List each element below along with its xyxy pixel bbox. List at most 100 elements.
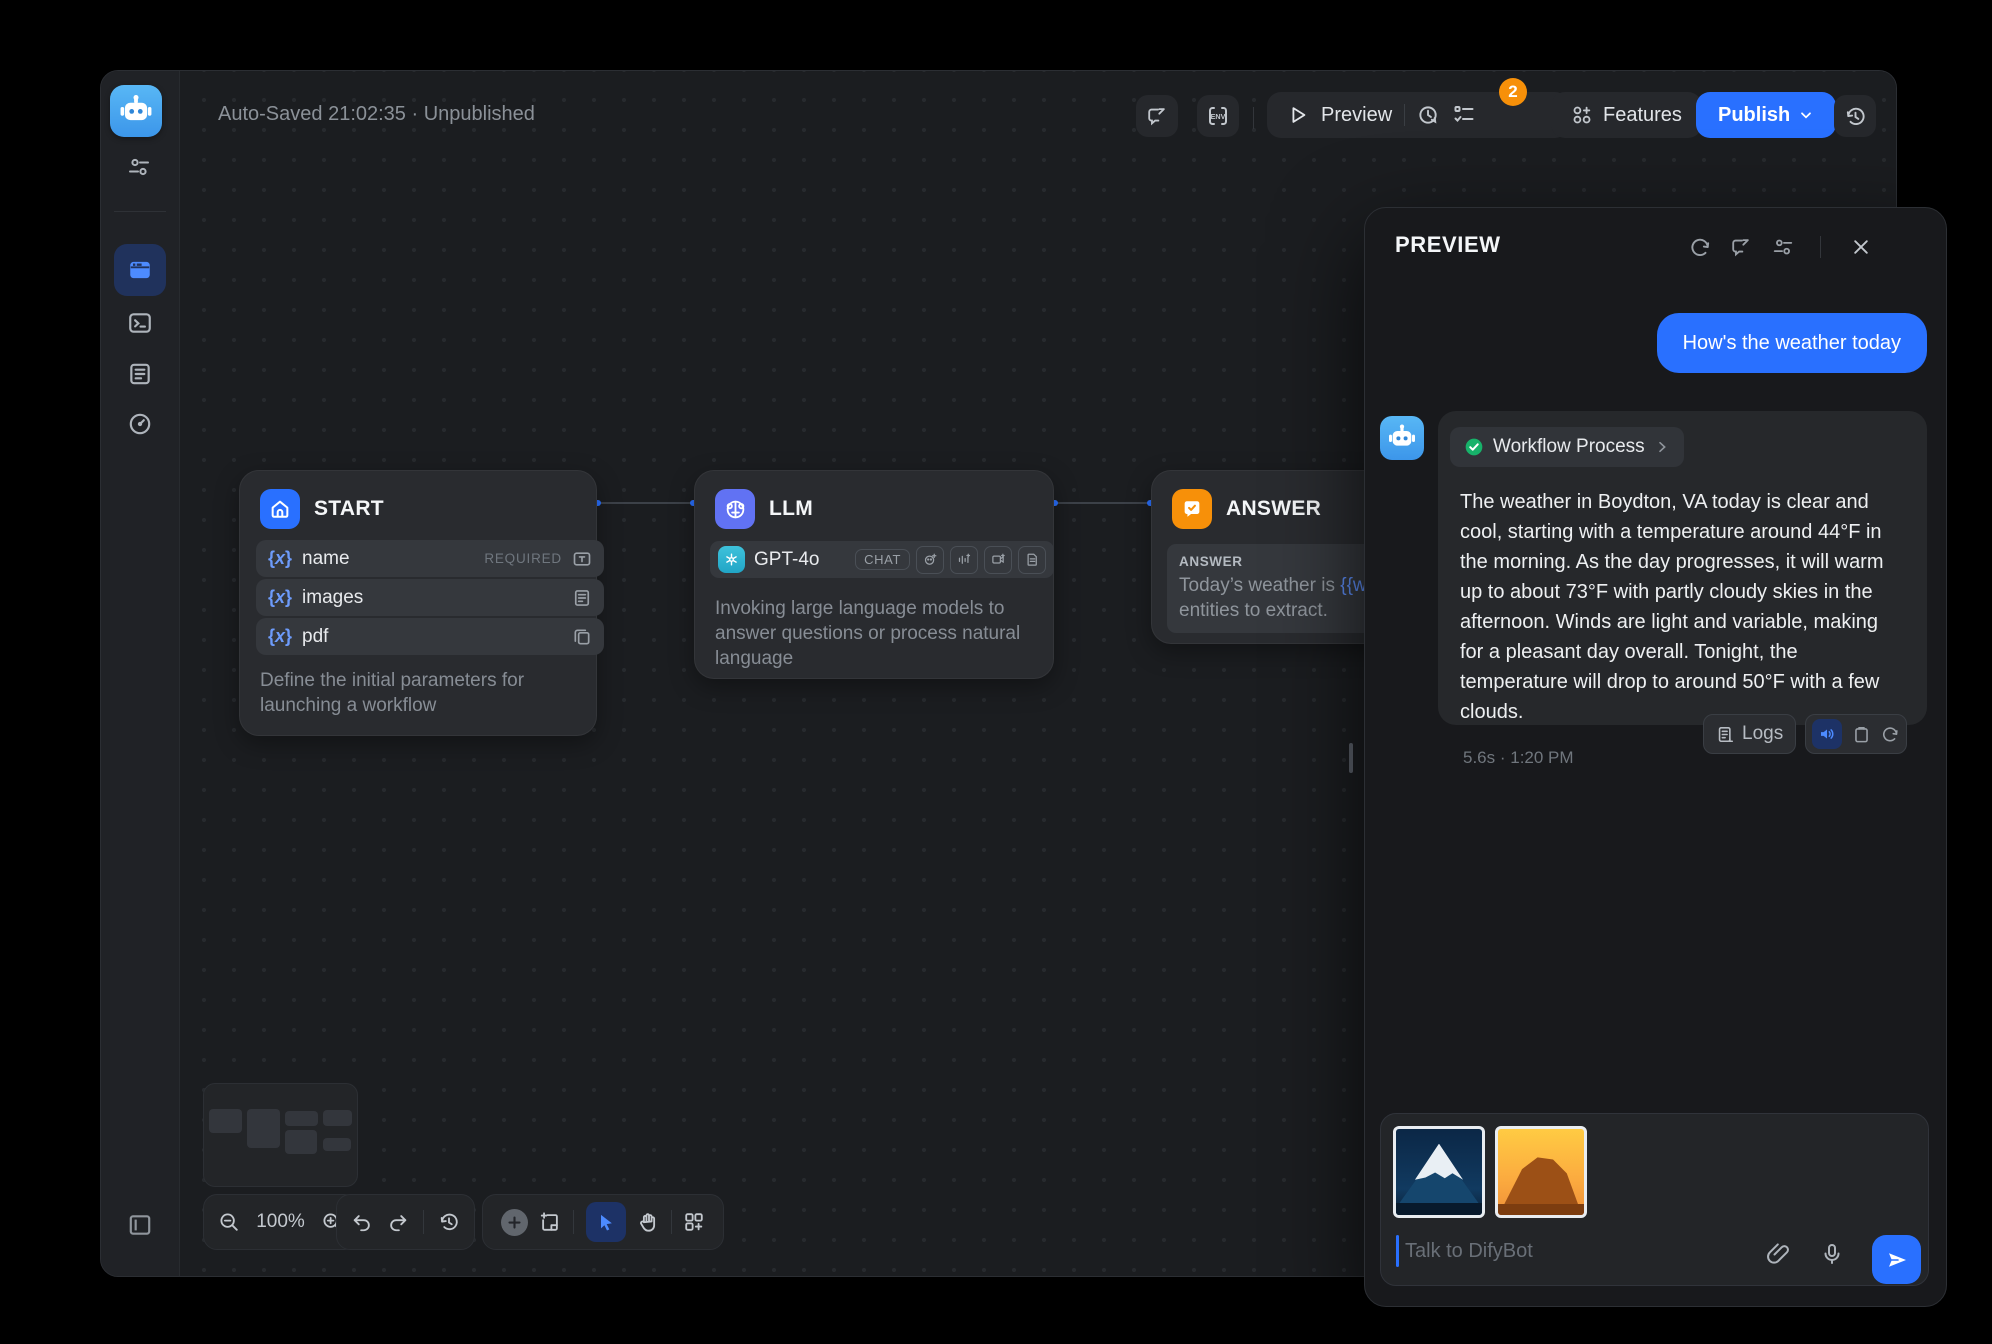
env-icon: ENV [1206,104,1230,128]
env-button[interactable]: ENV [1197,95,1239,137]
bot-avatar [1380,416,1424,460]
features-label: Features [1603,104,1682,127]
zoom-toolbar: 100% [203,1194,358,1250]
chat-input[interactable] [1403,1230,1737,1272]
annotation-icon [1146,105,1168,127]
toolbar-divider [423,1210,424,1234]
organize-nodes-button[interactable] [683,1211,705,1233]
bot-message-bubble: Workflow Process The weather in Boydton,… [1438,411,1927,725]
canvas-minimap[interactable] [203,1083,358,1187]
sidebar-item-monitoring[interactable] [127,411,153,437]
add-note-button[interactable] [539,1211,561,1233]
llm-node-icon [715,489,755,529]
sidebar-item-orchestrate[interactable] [114,244,166,296]
canvas-tools-toolbar [482,1194,724,1250]
autosave-status: Auto-Saved 21:02:35 · Unpublished [218,103,535,126]
version-history-button[interactable] [1834,95,1876,137]
variable-name: name [302,548,350,570]
publish-label: Publish [1718,104,1790,127]
features-icon [1571,104,1593,126]
variable-prefix: {x} [268,626,292,647]
required-tag: REQUIRED [484,551,562,566]
send-button[interactable] [1872,1235,1921,1284]
add-node-button[interactable] [501,1209,528,1236]
workflow-settings-icon[interactable] [126,154,152,180]
close-panel-button[interactable] [1849,235,1873,259]
zoom-level[interactable]: 100% [256,1211,305,1233]
variable-prefix: {x} [268,587,292,608]
edge-llm-answer [1052,502,1151,504]
video-capability-icon [984,546,1012,574]
model-name: GPT-4o [754,549,819,571]
workflow-process-toggle[interactable]: Workflow Process [1450,427,1684,467]
vision-capability-icon [916,546,944,574]
sidebar-item-api[interactable] [127,310,153,336]
app-avatar[interactable] [110,85,162,137]
text-input-icon [572,549,592,569]
copy-button[interactable] [1852,725,1871,744]
message-tools [1805,714,1907,754]
file-list-icon [572,588,592,608]
preview-button[interactable]: Preview [1321,104,1392,127]
speaker-icon [1818,725,1836,743]
undo-button[interactable] [351,1211,373,1233]
change-history-button[interactable] [438,1211,460,1233]
sidebar [101,71,180,1276]
logs-label: Logs [1742,723,1783,745]
redo-button[interactable] [387,1211,409,1233]
text-caret [1396,1235,1399,1267]
answer-node-icon [1172,489,1212,529]
attach-file-button[interactable] [1765,1241,1791,1267]
toolbar-divider [671,1210,672,1234]
sidebar-item-logs[interactable] [127,361,153,387]
regenerate-icon [1881,725,1900,744]
log-list-icon [127,361,153,387]
voice-input-button[interactable] [1819,1241,1845,1267]
answer-variable: {{w [1340,575,1366,596]
llm-node-description: Invoking large language models to answer… [715,596,1035,671]
clipboard-icon [1852,725,1871,744]
panel-settings-button[interactable] [1771,235,1795,259]
attached-image-mountain-night[interactable] [1393,1126,1485,1218]
logs-button[interactable]: Logs [1703,714,1796,754]
document-capability-icon [1018,546,1046,574]
send-icon [1885,1248,1909,1272]
node-start[interactable]: START {x} name REQUIRED {x} images {x} p [239,470,597,736]
start-var-images[interactable]: {x} images [256,579,604,616]
node-llm[interactable]: LLM GPT-4o CHAT [694,470,1054,679]
topbar-divider [1253,107,1254,129]
run-history-button[interactable] [1417,104,1440,127]
chevron-right-icon [1654,439,1670,455]
chat-mode-tag: CHAT [855,549,910,570]
screen: Auto-Saved 21:02:35 · Unpublished ENV Pr… [0,0,1992,1344]
zoom-out-button[interactable] [218,1211,240,1233]
start-var-pdf[interactable]: {x} pdf [256,618,604,655]
regenerate-button[interactable] [1881,725,1900,744]
llm-node-title: LLM [769,497,813,521]
robot-icon [117,92,155,130]
message-meta: 5.6s · 1:20 PM [1463,748,1574,768]
checklist-button[interactable] [1452,103,1476,127]
panel-header-divider [1820,236,1821,258]
features-button[interactable]: Features [1551,92,1702,138]
group-divider [1404,104,1405,126]
history-toolbar [336,1194,475,1250]
restart-conversation-button[interactable] [1688,235,1712,259]
hand-mode-button[interactable] [637,1211,659,1233]
env-text: ENV [1211,112,1226,121]
preview-panel-title: PREVIEW [1395,232,1501,258]
panel-resize-handle[interactable] [1349,743,1353,773]
start-var-name[interactable]: {x} name REQUIRED [256,540,604,577]
read-aloud-button[interactable] [1812,719,1842,749]
collapse-sidebar-button[interactable] [127,1212,153,1238]
edge-start-llm [595,502,694,504]
chat-input-box [1380,1113,1929,1286]
panel-annotation-button[interactable] [1729,235,1753,259]
publish-button[interactable]: Publish [1696,92,1836,138]
llm-model-selector[interactable]: GPT-4o CHAT [710,541,1054,578]
annotation-button[interactable] [1136,95,1178,137]
play-icon [1287,104,1309,126]
pointer-mode-button[interactable] [586,1202,626,1242]
terminal-icon [127,310,153,336]
attached-image-mountain-sunset[interactable] [1495,1126,1587,1218]
